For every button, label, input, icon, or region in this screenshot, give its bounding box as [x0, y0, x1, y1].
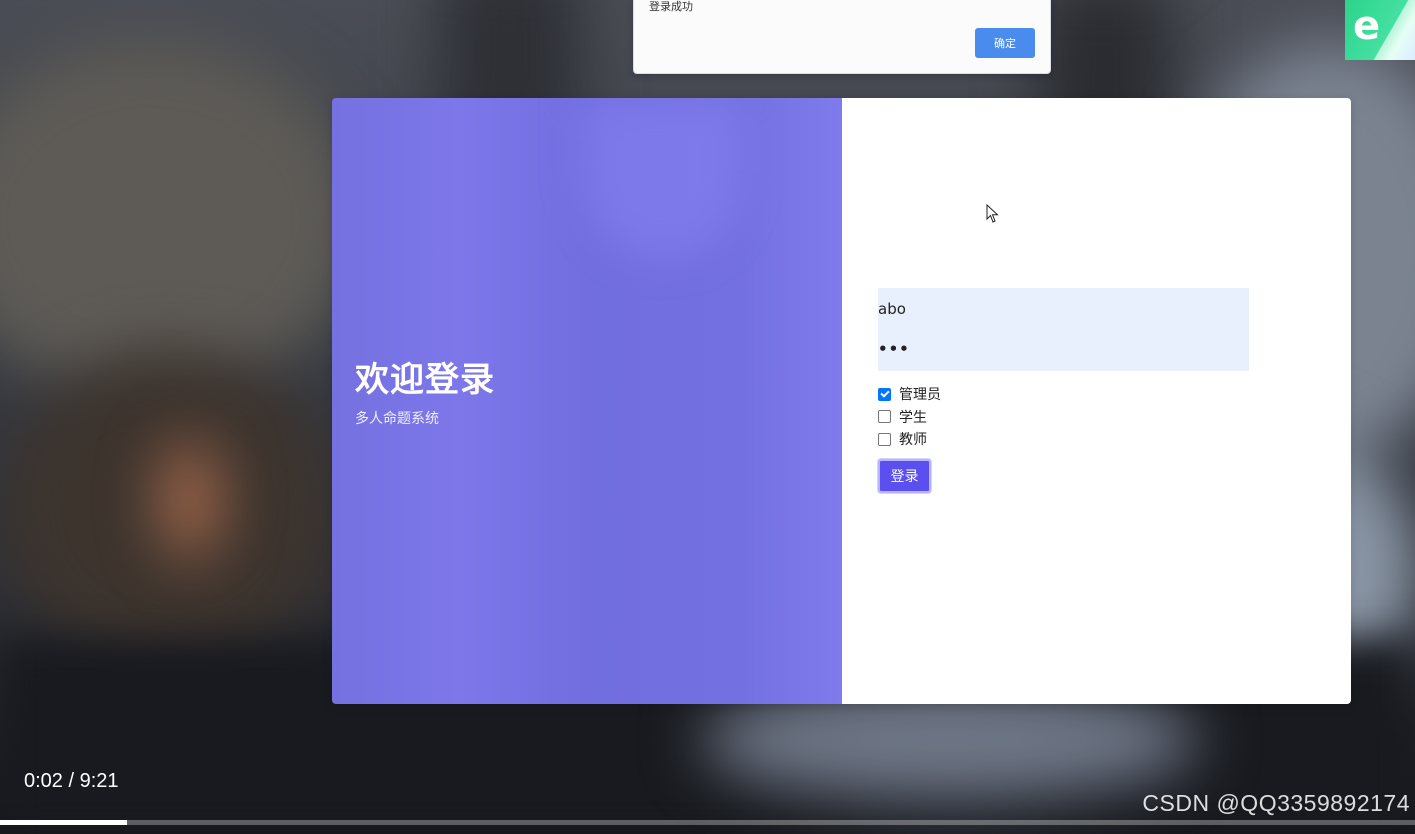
credentials-box: ••• — [878, 288, 1249, 371]
welcome-panel: 欢迎登录 多人命题系统 — [332, 98, 842, 704]
background-blur — [160, 440, 220, 560]
browser-e-icon: e — [1353, 3, 1381, 49]
video-frame: 欢迎登录 多人命题系统 ••• 管理员 学生 — [0, 0, 1415, 834]
welcome-title: 欢迎登录 — [355, 360, 495, 400]
welcome-subtitle: 多人命题系统 — [355, 411, 439, 427]
background-blur — [0, 40, 360, 400]
alert-ok-button[interactable]: 确定 — [975, 28, 1035, 58]
role-label: 管理员 — [899, 387, 941, 404]
role-list: 管理员 学生 教师 — [878, 383, 1249, 451]
mouse-cursor-icon — [986, 204, 999, 223]
username-input[interactable] — [878, 298, 1238, 320]
progress-bar[interactable] — [0, 820, 1415, 825]
login-form: ••• 管理员 学生 教师 登录 — [878, 288, 1249, 493]
role-option-student[interactable]: 学生 — [878, 406, 1249, 429]
progress-fill — [0, 820, 128, 825]
role-checkbox-teacher[interactable] — [878, 432, 891, 446]
login-form-panel: ••• 管理员 学生 教师 登录 — [842, 98, 1351, 704]
login-button[interactable]: 登录 — [878, 458, 931, 493]
role-checkbox-admin[interactable] — [878, 387, 891, 401]
role-checkbox-student[interactable] — [878, 410, 891, 424]
watermark: CSDN @QQ3359892174 — [1142, 790, 1410, 816]
role-option-admin[interactable]: 管理员 — [878, 383, 1249, 406]
login-card: 欢迎登录 多人命题系统 ••• 管理员 学生 — [332, 98, 1351, 704]
alert-dialog: 登录成功 确定 — [633, 0, 1051, 74]
panel-sheen — [582, 98, 742, 258]
playback-time: 0:02 / 9:21 — [24, 770, 119, 792]
alert-message: 登录成功 — [649, 0, 693, 13]
role-label: 学生 — [899, 409, 927, 426]
role-label: 教师 — [899, 432, 927, 449]
password-input[interactable]: ••• — [878, 340, 1238, 362]
role-option-teacher[interactable]: 教师 — [878, 428, 1249, 451]
corner-badge: e — [1345, 0, 1415, 60]
